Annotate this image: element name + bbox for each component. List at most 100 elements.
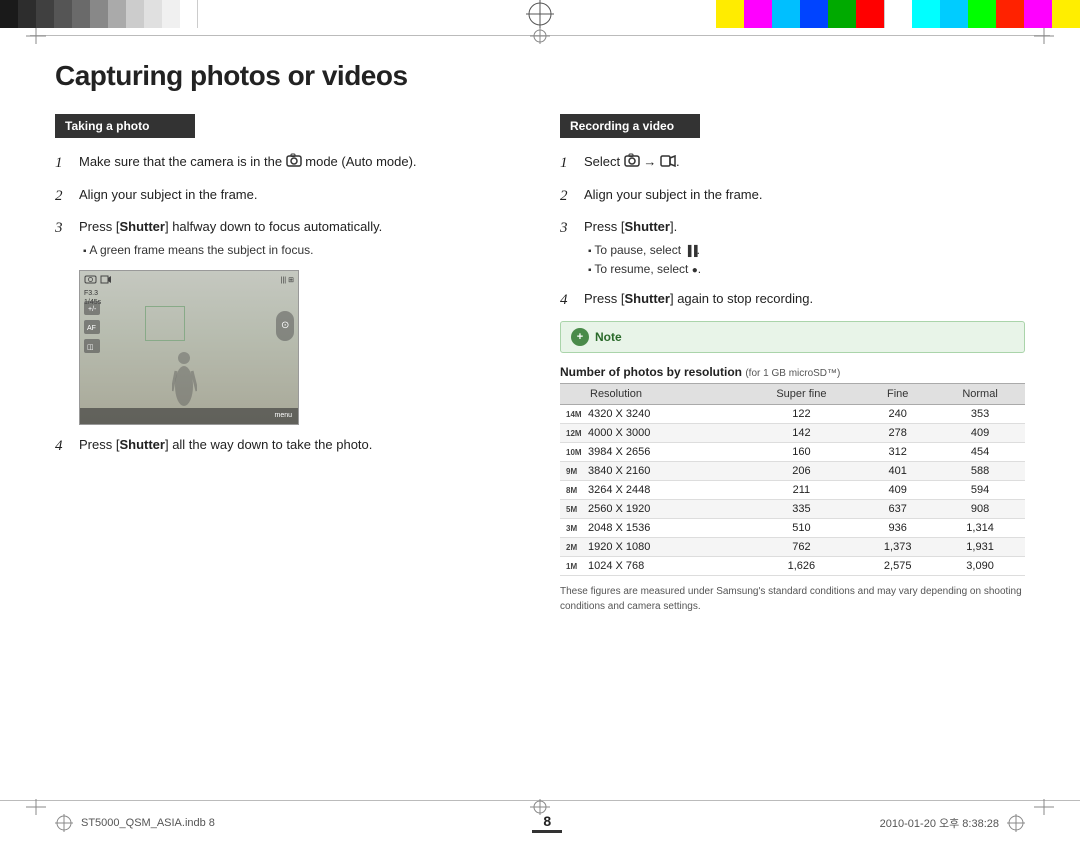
cell-fine: 278: [860, 424, 935, 443]
res-value: 2048 X 1536: [588, 522, 650, 534]
res-value: 3840 X 2160: [588, 465, 650, 477]
camera-left-controls: +/- AF ◫: [84, 301, 100, 353]
step-3-bullet-1: A green frame means the subject in focus…: [83, 241, 382, 260]
note-icon: +: [571, 328, 589, 346]
center-reg-mark: [370, 0, 710, 28]
taking-photo-header: Taking a photo: [55, 114, 195, 138]
cell-resolution: 9M 3840 X 2160: [560, 462, 743, 481]
cell-resolution: 14M 4320 X 3240: [560, 405, 743, 424]
cell-super-fine: 211: [743, 481, 861, 500]
bottom-filename: ST5000_QSM_ASIA.indb 8: [81, 817, 215, 829]
cell-resolution: 8M 3264 X 2448: [560, 481, 743, 500]
rec-camera-icon: [624, 153, 640, 173]
col-normal: Normal: [935, 384, 1025, 405]
table-row: 3M 2048 X 1536 510 936 1,314: [560, 519, 1025, 538]
page-number-area: 8: [532, 813, 562, 833]
cam-ctrl-3: ◫: [84, 339, 100, 353]
cell-normal: 908: [935, 500, 1025, 519]
res-value: 3984 X 2656: [588, 446, 650, 458]
step-1-text: Make sure that the camera is in the mode…: [79, 152, 417, 175]
table-row: 12M 4000 X 3000 142 278 409: [560, 424, 1025, 443]
camera-mode-icon: [286, 153, 302, 173]
cell-super-fine: 510: [743, 519, 861, 538]
left-column: Taking a photo 1 Make sure that the came…: [55, 114, 520, 614]
cell-fine: 401: [860, 462, 935, 481]
cell-normal: 3,090: [935, 557, 1025, 576]
corner-mark-bl: [26, 799, 46, 815]
camera-icon-1: [84, 275, 97, 286]
cell-super-fine: 160: [743, 443, 861, 462]
step-3: 3 Press [Shutter] halfway down to focus …: [55, 217, 520, 260]
top-color-bar: [0, 0, 1080, 28]
step-4: 4 Press [Shutter] all the way down to ta…: [55, 435, 520, 458]
rec-step-4-text: Press [Shutter] again to stop recording.: [584, 289, 813, 312]
table-subtitle: (for 1 GB microSD™): [745, 368, 840, 379]
rec-step-3-bullets: To pause, select ▐▐. To resume, select ●…: [584, 241, 701, 279]
page-underline: [532, 830, 562, 833]
cell-fine: 637: [860, 500, 935, 519]
camera-right-control: ⊙: [276, 311, 294, 341]
rec-step-4-num: 4: [560, 289, 576, 312]
rec-step-2-num: 2: [560, 185, 576, 208]
corner-mark-tr: [1034, 28, 1054, 44]
cell-fine: 2,575: [860, 557, 935, 576]
rec-bullet-2: To resume, select ●.: [588, 260, 701, 279]
table-footer-note: These figures are measured under Samsung…: [560, 584, 1025, 614]
bottom-center-mark: [530, 799, 550, 815]
table-row: 9M 3840 X 2160 206 401 588: [560, 462, 1025, 481]
rec-video-icon: [660, 153, 676, 173]
svg-text:◫: ◫: [87, 344, 94, 350]
table-row: 2M 1920 X 1080 762 1,373 1,931: [560, 538, 1025, 557]
rec-step-4: 4 Press [Shutter] again to stop recordin…: [560, 289, 1025, 312]
res-value: 1024 X 768: [588, 560, 644, 572]
cell-resolution: 10M 3984 X 2656: [560, 443, 743, 462]
camera-mode-icons: [84, 275, 111, 286]
step-1-num: 1: [55, 152, 71, 175]
pause-icon: ▐▐: [684, 246, 696, 257]
cell-resolution: 5M 2560 X 1920: [560, 500, 743, 519]
cell-fine: 936: [860, 519, 935, 538]
note-box: + Note: [560, 321, 1025, 353]
recording-steps: 1 Select →: [560, 152, 1025, 311]
svg-text:⊙: ⊙: [281, 320, 289, 331]
res-icon: 3M: [566, 524, 584, 533]
step-4-num: 4: [55, 435, 71, 458]
cell-resolution: 1M 1024 X 768: [560, 557, 743, 576]
step-1: 1 Make sure that the camera is in the mo…: [55, 152, 520, 175]
cell-fine: 240: [860, 405, 935, 424]
rec-step-2-text: Align your subject in the frame.: [584, 185, 762, 208]
camera-focus-box: [145, 306, 185, 341]
cell-normal: 409: [935, 424, 1025, 443]
step-2-num: 2: [55, 185, 71, 208]
cell-normal: 594: [935, 481, 1025, 500]
res-value: 2560 X 1920: [588, 503, 650, 515]
center-top-mark: [530, 28, 550, 44]
camera-screen: ||| ⊞ F3.3 1/45s +/-: [80, 271, 298, 424]
res-value: 3264 X 2448: [588, 484, 650, 496]
res-icon: 5M: [566, 505, 584, 514]
col-super-fine: Super fine: [743, 384, 861, 405]
res-icon: 12M: [566, 429, 584, 438]
rec-step-1: 1 Select →: [560, 152, 1025, 175]
res-icon: 2M: [566, 543, 584, 552]
taking-photo-steps: 1 Make sure that the camera is in the mo…: [55, 152, 520, 260]
camera-icon-2: [100, 275, 111, 286]
cell-fine: 1,373: [860, 538, 935, 557]
step-2: 2 Align your subject in the frame.: [55, 185, 520, 208]
svg-text:AF: AF: [87, 325, 96, 331]
camera-preview: ||| ⊞ F3.3 1/45s +/-: [79, 270, 299, 425]
res-icon: 9M: [566, 467, 584, 476]
cell-super-fine: 142: [743, 424, 861, 443]
two-column-layout: Taking a photo 1 Make sure that the came…: [55, 114, 1025, 614]
res-value: 1920 X 1080: [588, 541, 650, 553]
cell-super-fine: 122: [743, 405, 861, 424]
col-fine: Fine: [860, 384, 935, 405]
right-column: Recording a video 1 Select: [560, 114, 1025, 614]
note-label: Note: [595, 330, 622, 344]
color-swatches: [710, 0, 1080, 28]
rec-step-2: 2 Align your subject in the frame.: [560, 185, 1025, 208]
cell-fine: 409: [860, 481, 935, 500]
step-3-num: 3: [55, 217, 71, 260]
cam-ctrl-1: +/-: [84, 301, 100, 315]
svg-text:+/-: +/-: [88, 306, 97, 312]
